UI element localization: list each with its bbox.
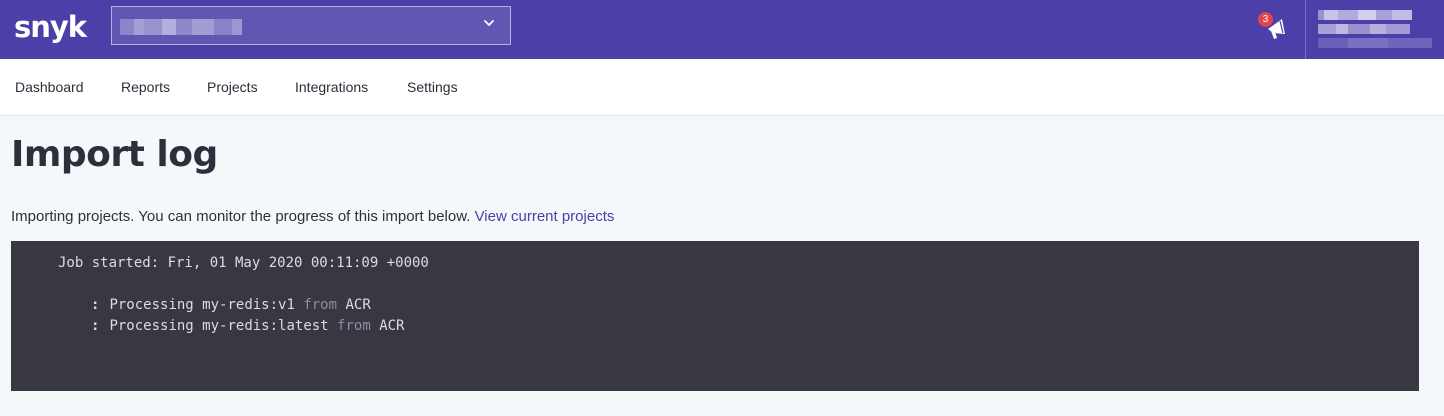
snyk-logo[interactable]: snyk [14,7,87,47]
intro-text: Importing projects. You can monitor the … [11,208,471,225]
topbar-divider [1305,0,1306,59]
import-intro: Importing projects. You can monitor the … [11,207,614,227]
view-current-projects-link[interactable]: View current projects [475,208,615,225]
chevron-down-icon [484,20,494,26]
nav-dashboard[interactable]: Dashboard [15,78,84,96]
log-entry-name: my-redis:latest [202,318,329,334]
log-entry-from: from [337,318,371,334]
notification-count-badge: 3 [1258,12,1273,27]
processing-bullet-icon: : [91,297,100,313]
notifications-button[interactable]: 3 [1258,12,1290,42]
log-entry-name: my-redis:v1 [202,297,295,313]
page-title: Import log [11,134,218,175]
nav-projects[interactable]: Projects [207,78,258,96]
top-bar: snyk 3 [0,0,1444,59]
log-entry: : Processing my-redis:v1 from ACR [91,296,371,314]
nav-reports[interactable]: Reports [121,78,170,96]
log-entry-prefix: Processing [109,297,194,313]
organization-selector[interactable] [111,6,511,45]
processing-bullet-icon: : [91,318,100,334]
nav-integrations[interactable]: Integrations [295,78,368,96]
main-navigation: Dashboard Reports Projects Integrations … [0,59,1444,116]
user-account-menu[interactable] [1318,10,1432,48]
log-entry: : Processing my-redis:latest from ACR [91,317,405,335]
job-started-line: Job started: Fri, 01 May 2020 00:11:09 +… [58,255,429,271]
log-entry-from: from [303,297,338,313]
import-log-console: Job started: Fri, 01 May 2020 00:11:09 +… [11,241,1419,391]
nav-settings[interactable]: Settings [407,78,458,96]
log-entry-prefix: Processing [109,318,194,334]
organization-name-redacted [120,19,242,35]
log-entry-source: ACR [379,318,405,334]
log-entry-source: ACR [345,297,371,313]
user-name-redacted [1318,10,1432,20]
